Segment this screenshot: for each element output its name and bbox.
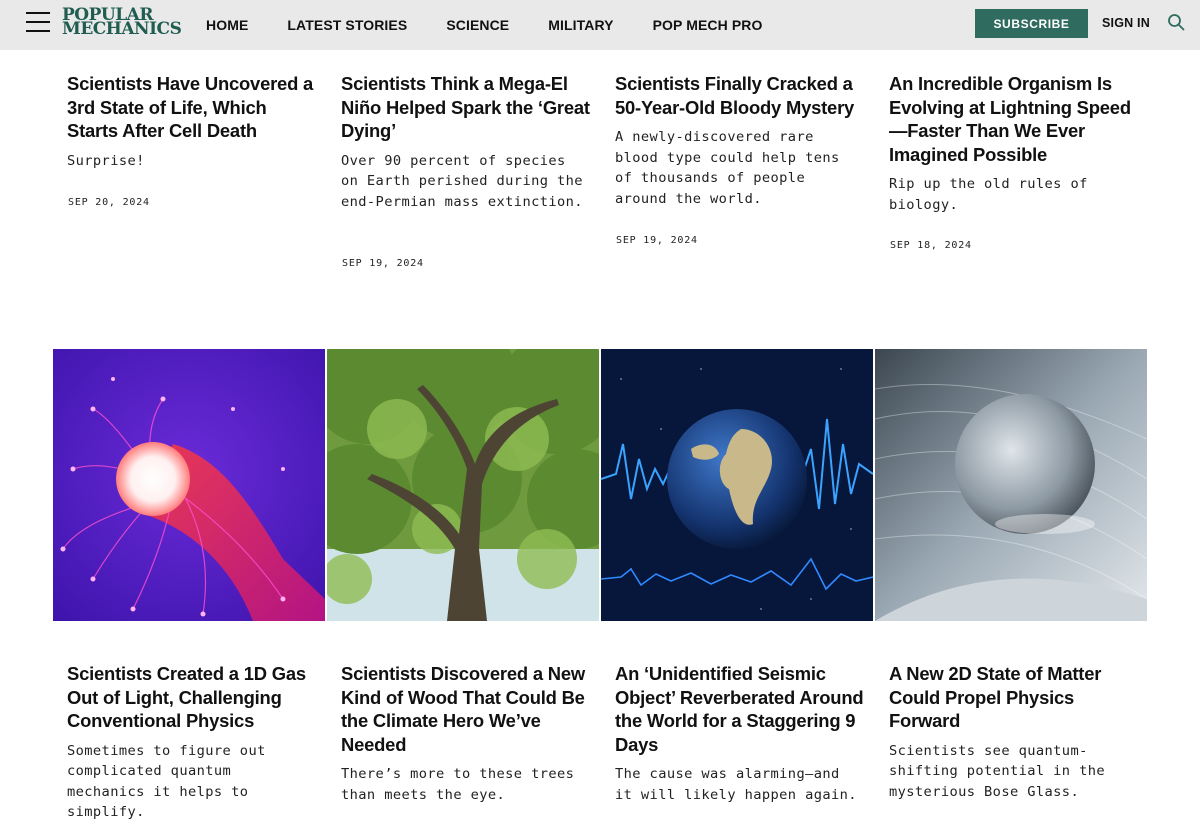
article-headline[interactable]: Scientists Finally Cracked a 50-Year-Old… [615,72,865,119]
article-card[interactable]: Scientists Created a 1D Gas Out of Light… [67,662,317,823]
article-dek: A newly-discovered rare blood type could… [615,129,840,207]
article-card[interactable]: Scientists Finally Cracked a 50-Year-Old… [615,72,865,209]
article-card[interactable]: Scientists Discovered a New Kind of Wood… [341,662,591,805]
article-headline[interactable]: Scientists Created a 1D Gas Out of Light… [67,662,317,733]
main-nav: HOME LATEST STORIES SCIENCE MILITARY POP… [206,0,801,50]
article-dek: Rip up the old rules of biology. [889,176,1088,213]
nav-pop-mech-pro[interactable]: POP MECH PRO [653,17,763,33]
article-headline[interactable]: An Incredible Organism Is Evolving at Li… [889,72,1139,166]
article-card[interactable]: An Incredible Organism Is Evolving at Li… [889,72,1139,215]
article-dek: Surprise! [67,152,145,169]
article-image-light-gas[interactable] [53,349,325,621]
nav-military[interactable]: MILITARY [548,17,613,33]
article-card[interactable]: Scientists Have Uncovered a 3rd State of… [67,72,317,171]
site-logo[interactable]: POPULAR MECHANICS [62,7,182,39]
hamburger-menu-icon[interactable] [26,12,50,34]
article-dek: Scientists see quantum-shifting potentia… [889,742,1106,800]
nav-science[interactable]: SCIENCE [446,17,509,33]
article-headline[interactable]: Scientists Discovered a New Kind of Wood… [341,662,591,756]
glass-sphere-image [875,349,1147,621]
article-image-wood[interactable] [327,349,599,621]
article-headline[interactable]: An ‘Unidentified Seismic Object’ Reverbe… [615,662,865,756]
nav-home[interactable]: HOME [206,17,248,33]
search-icon[interactable] [1167,13,1185,31]
article-headline[interactable]: Scientists Think a Mega-El Niño Helped S… [341,72,591,143]
nav-latest-stories[interactable]: LATEST STORIES [287,17,407,33]
article-headline[interactable]: A New 2D State of Matter Could Propel Ph… [889,662,1139,733]
article-date: SEP 18, 2024 [890,240,972,251]
article-date: SEP 19, 2024 [616,235,698,246]
article-card[interactable]: A New 2D State of Matter Could Propel Ph… [889,662,1139,802]
glowing-hand-image [53,349,325,621]
article-card[interactable]: An ‘Unidentified Seismic Object’ Reverbe… [615,662,865,805]
logo-line-2: MECHANICS [62,19,182,39]
earth-seismic-image [601,349,873,621]
article-date: SEP 19, 2024 [342,258,424,269]
article-dek: Over 90 percent of species on Earth peri… [341,152,583,210]
tree-image [327,349,599,621]
sign-in-link[interactable]: SIGN IN [1102,16,1150,30]
site-header: POPULAR MECHANICS HOME LATEST STORIES SC… [0,0,1200,50]
subscribe-button[interactable]: SUBSCRIBE [975,9,1088,38]
article-dek: The cause was alarming—and it will likel… [615,766,857,803]
article-image-bose-glass[interactable] [875,349,1147,621]
article-headline[interactable]: Scientists Have Uncovered a 3rd State of… [67,72,317,143]
article-dek: Sometimes to figure out complicated quan… [67,742,266,821]
article-image-seismic[interactable] [601,349,873,621]
article-dek: There’s more to these trees than meets t… [341,766,575,803]
article-card[interactable]: Scientists Think a Mega-El Niño Helped S… [341,72,591,212]
article-date: SEP 20, 2024 [68,197,150,208]
